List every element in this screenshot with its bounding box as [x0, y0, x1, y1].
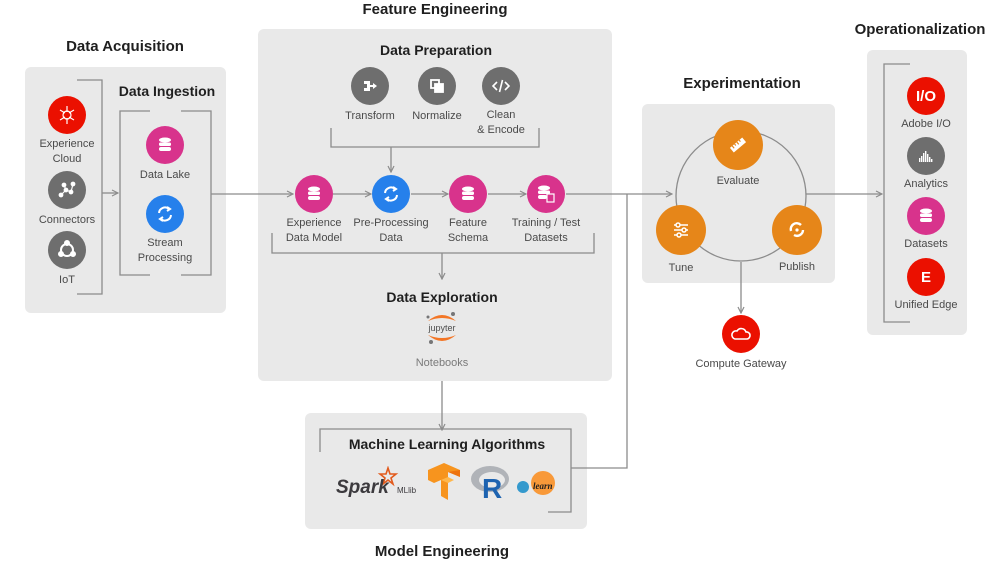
pipeline-label-line2: Datasets — [524, 232, 568, 244]
pipeline-label-line1: Feature — [449, 217, 487, 229]
mllib-logo-text: MLlib — [397, 486, 417, 495]
publish-icon — [772, 205, 822, 255]
stage-title-data-acquisition: Data Acquisition — [66, 38, 184, 55]
database-icon — [449, 175, 487, 213]
cycle-label: Publish — [778, 261, 816, 273]
database-icon — [295, 175, 333, 213]
prep-clean-encode[interactable]: Clean & Encode — [446, 67, 556, 138]
data-exploration-title: Data Exploration — [386, 289, 498, 305]
ingestion-label: Data Lake — [139, 169, 191, 181]
source-experience-cloud[interactable]: Experience Cloud — [12, 96, 122, 167]
ingestion-data-lake[interactable]: Data Lake — [110, 126, 220, 183]
sync-icon — [146, 195, 184, 233]
prep-label-line1: Clean — [486, 109, 516, 121]
target-datasets[interactable]: Datasets — [871, 197, 981, 252]
spark-mllib-logo[interactable]: Spark MLlib — [336, 465, 424, 498]
r-logo-icon[interactable]: R — [470, 464, 512, 504]
compute-gateway[interactable]: Compute Gateway — [686, 315, 796, 372]
cycle-publish[interactable]: Publish — [742, 205, 852, 275]
stage-title-feature-engineering: Feature Engineering — [362, 1, 508, 18]
target-adobe-io[interactable]: I/O Adobe I/O — [871, 77, 981, 132]
notebooks-label: Notebooks — [415, 357, 469, 369]
cloud-icon — [722, 315, 760, 353]
source-iot[interactable]: IoT — [12, 231, 122, 288]
adobe-io-glyph: I/O — [915, 87, 936, 105]
cycle-tune[interactable]: Tune — [626, 205, 736, 276]
source-label: IoT — [59, 274, 75, 286]
target-unified-edge[interactable]: E Unified Edge — [871, 258, 981, 313]
cycle-evaluate[interactable]: Evaluate — [683, 120, 793, 189]
cycle-label: Tune — [668, 262, 694, 274]
source-connectors[interactable]: Connectors — [12, 171, 122, 228]
ingestion-stream-processing[interactable]: Stream Processing — [110, 195, 220, 266]
source-label-line2: Cloud — [52, 153, 82, 165]
dataset-icon — [527, 175, 565, 213]
source-label-line1: Experience — [39, 138, 95, 150]
database-icon — [146, 126, 184, 164]
adobe-io-icon: I/O — [907, 77, 945, 115]
sync-icon — [372, 175, 410, 213]
unified-edge-glyph: E — [920, 268, 931, 286]
cycle-label: Evaluate — [716, 175, 760, 187]
r-logo-text: R — [482, 473, 502, 500]
scikit-learn-logo-icon[interactable]: learn — [516, 469, 558, 499]
jupyter-logo-text: jupyter — [427, 323, 455, 333]
ingestion-label-line1: Stream — [147, 237, 183, 249]
stage-title-model-engineering: Model Engineering — [374, 543, 510, 560]
ingestion-label-line2: Processing — [137, 252, 193, 264]
spark-logo-text: Spark — [336, 477, 390, 498]
database-icon — [907, 197, 945, 235]
iot-icon — [48, 231, 86, 269]
experience-cloud-icon — [48, 96, 86, 134]
ml-algorithms-title: Machine Learning Algorithms — [348, 436, 546, 452]
pipeline-label-line1: Experience — [286, 217, 342, 229]
data-preparation-title: Data Preparation — [379, 42, 493, 58]
jupyter-logo-icon[interactable]: jupyter — [420, 309, 464, 349]
unified-edge-icon: E — [907, 258, 945, 296]
stage-title-experimentation: Experimentation — [683, 75, 801, 92]
target-analytics[interactable]: Analytics — [871, 137, 981, 192]
gateway-label: Compute Gateway — [695, 358, 787, 370]
stage-title-operationalization: Operationalization — [854, 21, 986, 38]
pipeline-label-line2: Data Model — [285, 232, 343, 244]
code-icon — [482, 67, 520, 105]
analytics-icon — [907, 137, 945, 175]
pipeline-label-line2: Schema — [447, 232, 489, 244]
ruler-icon — [713, 120, 763, 170]
prep-label-line2: & Encode — [477, 124, 525, 136]
target-label: Analytics — [903, 178, 949, 190]
tensorflow-logo-icon[interactable] — [426, 462, 462, 502]
pipeline-label-line1: Training / Test — [511, 217, 581, 229]
pipeline-training-test-datasets[interactable]: Training / Test Datasets — [491, 175, 601, 246]
data-ingestion-title: Data Ingestion — [118, 83, 216, 99]
connectors-icon — [48, 171, 86, 209]
target-label: Adobe I/O — [901, 118, 951, 130]
target-label: Datasets — [904, 238, 948, 250]
source-label: Connectors — [38, 214, 96, 226]
sliders-icon — [656, 205, 706, 255]
scikit-learn-logo-text: learn — [533, 481, 553, 491]
target-label: Unified Edge — [894, 299, 958, 311]
